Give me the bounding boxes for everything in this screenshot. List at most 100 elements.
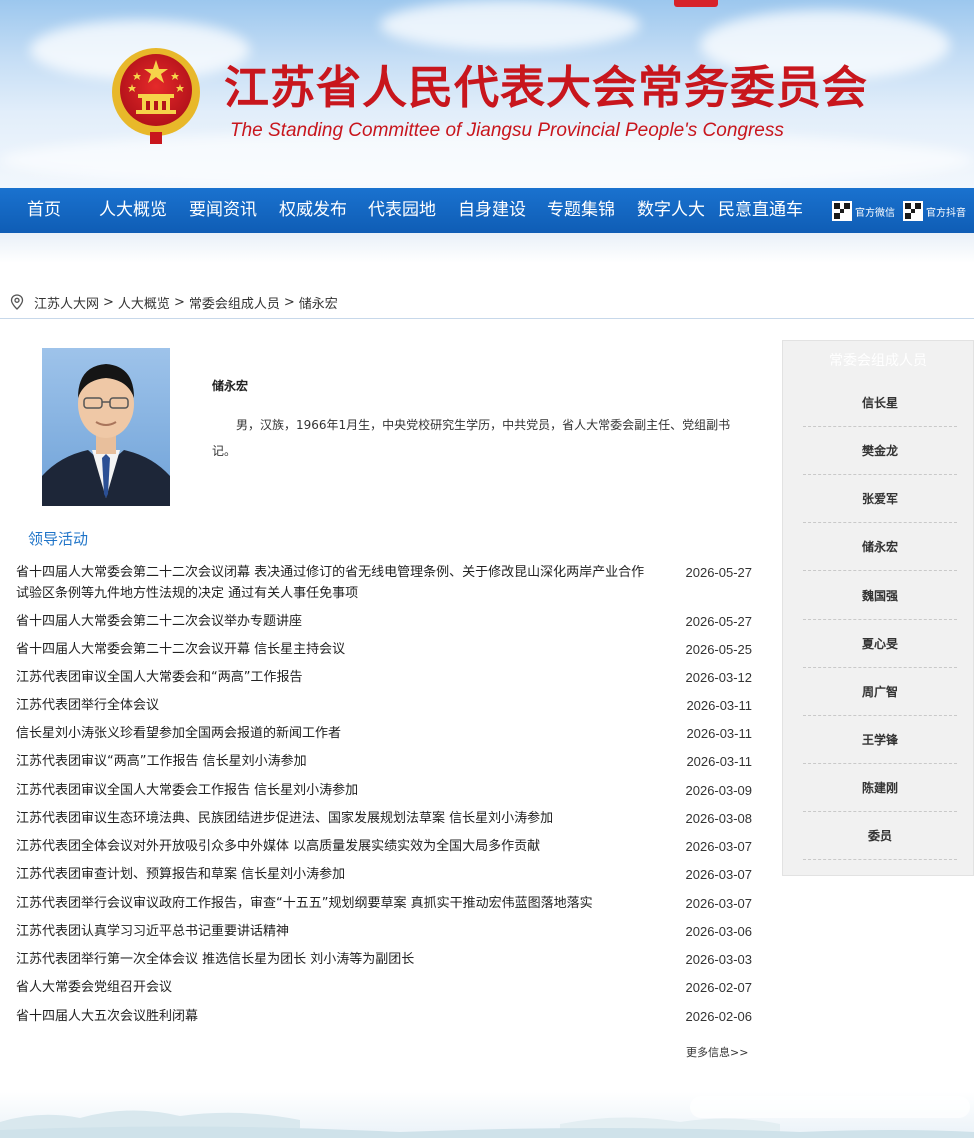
activity-date: 2026-03-03 bbox=[685, 952, 753, 967]
list-item: 省人大常委会党组召开会议 2026-02-07 bbox=[16, 977, 752, 998]
activity-date: 2026-03-11 bbox=[686, 698, 752, 713]
site-title-cn: 江苏省人民代表大会常务委员会 bbox=[224, 61, 869, 114]
list-item: 江苏代表团审议全国人大常委会工作报告 信长星刘小涛参加 2026-03-09 bbox=[16, 780, 752, 801]
activity-link[interactable]: 信长星刘小涛张义珍看望参加全国两会报道的新闻工作者 bbox=[16, 723, 656, 744]
activity-link[interactable]: 江苏代表团举行第一次全体会议 推选信长星为团长 刘小涛等为副团长 bbox=[16, 949, 656, 970]
activity-date: 2026-02-06 bbox=[685, 1009, 753, 1024]
activity-date: 2026-03-07 bbox=[685, 867, 753, 882]
activity-link[interactable]: 省十四届人大五次会议胜利闭幕 bbox=[16, 1006, 656, 1027]
activity-date: 2026-05-27 bbox=[685, 614, 753, 629]
location-pin-icon bbox=[10, 294, 24, 310]
nav-item-overview[interactable]: 人大概览 bbox=[99, 188, 167, 233]
list-item: 江苏代表团举行全体会议 2026-03-11 bbox=[16, 695, 752, 716]
nav-item-releases[interactable]: 权威发布 bbox=[279, 188, 347, 233]
site-title-en: The Standing Committee of Jiangsu Provin… bbox=[230, 120, 784, 141]
person-name: 储永宏 bbox=[212, 379, 249, 393]
activity-link[interactable]: 江苏代表团审议全国人大常委会工作报告 信长星刘小涛参加 bbox=[16, 780, 656, 801]
breadcrumb-divider bbox=[0, 318, 974, 319]
activity-link[interactable]: 省人大常委会党组召开会议 bbox=[16, 977, 656, 998]
footer-decoration bbox=[0, 1092, 974, 1138]
activity-date: 2026-03-08 bbox=[685, 811, 753, 826]
wechat-link[interactable]: 官方微信 bbox=[832, 200, 895, 222]
list-item: 江苏代表团全体会议对外开放吸引众多中外媒体 以高质量发展实绩实效为全国大局多作贡… bbox=[16, 836, 752, 857]
sidebar-item-member[interactable]: 夏心旻 bbox=[803, 620, 957, 668]
activity-date: 2026-03-11 bbox=[686, 754, 752, 769]
list-item: 省十四届人大常委会第二十二次会议举办专题讲座 2026-05-27 bbox=[16, 611, 752, 632]
list-item: 江苏代表团举行会议审议政府工作报告，审查“十五五”规划纲要草案 真抓实干推动宏伟… bbox=[16, 893, 752, 914]
cloud-decoration bbox=[380, 0, 640, 50]
activity-link[interactable]: 江苏代表团审查计划、预算报告和草案 信长星刘小涛参加 bbox=[16, 864, 656, 885]
nav-item-news[interactable]: 要闻资讯 bbox=[189, 188, 257, 233]
activity-link[interactable]: 江苏代表团认真学习习近平总书记重要讲话精神 bbox=[16, 921, 656, 942]
list-item: 江苏代表团审议生态环境法典、民族团结进步促进法、国家发展规划法草案 信长星刘小涛… bbox=[16, 808, 752, 829]
douyin-label: 官方抖音 bbox=[926, 207, 966, 219]
breadcrumb-current: 储永宏 bbox=[298, 296, 338, 312]
header-banner: 江苏省人民代表大会常务委员会 The Standing Committee of… bbox=[0, 0, 974, 188]
activity-date: 2026-03-09 bbox=[685, 783, 753, 798]
nav-item-digital[interactable]: 数字人大 bbox=[637, 188, 705, 233]
activity-link[interactable]: 江苏代表团举行会议审议政府工作报告，审查“十五五”规划纲要草案 真抓实干推动宏伟… bbox=[16, 893, 656, 914]
profile-photo bbox=[42, 348, 170, 506]
activity-date: 2026-03-07 bbox=[685, 839, 753, 854]
sidebar-item-member[interactable]: 周广智 bbox=[803, 668, 957, 716]
breadcrumb-members[interactable]: 常委会组成人员 bbox=[189, 293, 280, 312]
activity-date: 2026-03-11 bbox=[686, 726, 752, 741]
national-emblem-icon bbox=[112, 48, 200, 144]
activity-link[interactable]: 江苏代表团全体会议对外开放吸引众多中外媒体 以高质量发展实绩实效为全国大局多作贡… bbox=[16, 836, 656, 857]
list-item: 江苏代表团审议“两高”工作报告 信长星刘小涛参加 2026-03-11 bbox=[16, 751, 752, 772]
breadcrumb-separator: > bbox=[103, 294, 114, 310]
sidebar-item-member[interactable]: 信长星 bbox=[803, 379, 957, 427]
breadcrumb-home[interactable]: 江苏人大网 bbox=[34, 293, 99, 312]
list-item: 省十四届人大常委会第二十二次会议闭幕 表决通过修订的省无线电管理条例、关于修改昆… bbox=[16, 562, 752, 604]
qr-code-icon bbox=[832, 201, 852, 221]
activity-link[interactable]: 省十四届人大常委会第二十二次会议闭幕 表决通过修订的省无线电管理条例、关于修改昆… bbox=[16, 562, 656, 604]
top-tag[interactable] bbox=[674, 0, 718, 7]
activity-date: 2026-03-07 bbox=[685, 896, 753, 911]
activity-date: 2026-02-07 bbox=[685, 980, 753, 995]
sidebar-item-committee-members[interactable]: 委员 bbox=[803, 812, 957, 860]
activity-link[interactable]: 江苏代表团审议生态环境法典、民族团结进步促进法、国家发展规划法草案 信长星刘小涛… bbox=[16, 808, 656, 829]
nav-shadow bbox=[0, 233, 974, 263]
breadcrumb-separator: > bbox=[173, 294, 185, 310]
mountain-silhouette bbox=[0, 1096, 974, 1138]
nav-item-home[interactable]: 首页 bbox=[27, 188, 61, 233]
more-info-link[interactable]: 更多信息>> bbox=[686, 1044, 748, 1060]
members-sidebar: 常委会组成人员 信长星 樊金龙 张爱军 储永宏 魏国强 夏心旻 周广智 王学锋 … bbox=[782, 340, 974, 876]
sidebar-item-member[interactable]: 陈建刚 bbox=[803, 764, 957, 812]
list-item: 省十四届人大常委会第二十二次会议开幕 信长星主持会议 2026-05-25 bbox=[16, 639, 752, 660]
activity-link[interactable]: 省十四届人大常委会第二十二次会议举办专题讲座 bbox=[16, 611, 656, 632]
sidebar-item-member[interactable]: 张爱军 bbox=[803, 475, 957, 523]
activity-link[interactable]: 江苏代表团举行全体会议 bbox=[16, 695, 656, 716]
leader-activities-title: 领导活动 bbox=[28, 530, 89, 548]
nav-item-deputies[interactable]: 代表园地 bbox=[368, 188, 436, 233]
activity-date: 2026-03-06 bbox=[685, 924, 753, 939]
sidebar-item-member[interactable]: 储永宏 bbox=[803, 523, 957, 571]
sidebar-item-member[interactable]: 樊金龙 bbox=[803, 427, 957, 475]
list-item: 江苏代表团举行第一次全体会议 推选信长星为团长 刘小涛等为副团长 2026-03… bbox=[16, 949, 752, 970]
activity-date: 2026-03-12 bbox=[685, 670, 753, 685]
breadcrumb-overview[interactable]: 人大概览 bbox=[118, 293, 170, 312]
activity-link[interactable]: 江苏代表团审议全国人大常委会和“两高”工作报告 bbox=[16, 667, 656, 688]
sidebar-item-member[interactable]: 魏国强 bbox=[803, 572, 957, 620]
nav-item-self-building[interactable]: 自身建设 bbox=[458, 188, 526, 233]
wechat-label: 官方微信 bbox=[855, 207, 895, 219]
nav-item-public-opinion[interactable]: 民意直通车 bbox=[718, 188, 803, 233]
douyin-link[interactable]: 官方抖音 bbox=[903, 200, 966, 222]
list-item: 信长星刘小涛张义珍看望参加全国两会报道的新闻工作者 2026-03-11 bbox=[16, 723, 752, 744]
sidebar-item-member[interactable]: 王学锋 bbox=[803, 716, 957, 764]
nav-item-topics[interactable]: 专题集锦 bbox=[547, 188, 615, 233]
breadcrumb-separator: > bbox=[283, 294, 295, 310]
qr-code-icon bbox=[903, 201, 923, 221]
activity-link[interactable]: 省十四届人大常委会第二十二次会议开幕 信长星主持会议 bbox=[16, 639, 656, 660]
breadcrumb: 江苏人大网 > 人大概览 > 常委会组成人员 > 储永宏 bbox=[10, 290, 338, 314]
list-item: 江苏代表团审查计划、预算报告和草案 信长星刘小涛参加 2026-03-07 bbox=[16, 864, 752, 885]
list-item: 江苏代表团审议全国人大常委会和“两高”工作报告 2026-03-12 bbox=[16, 667, 752, 688]
list-item: 省十四届人大五次会议胜利闭幕 2026-02-06 bbox=[16, 1006, 752, 1027]
main-nav: 首页 人大概览 要闻资讯 权威发布 代表园地 自身建设 专题集锦 数字人大 民意… bbox=[0, 188, 974, 233]
activity-link[interactable]: 江苏代表团审议“两高”工作报告 信长星刘小涛参加 bbox=[16, 751, 656, 772]
portrait-image bbox=[42, 364, 170, 506]
activity-date: 2026-05-25 bbox=[685, 642, 753, 657]
sidebar-title: 常委会组成人员 bbox=[829, 353, 927, 369]
activity-date: 2026-05-27 bbox=[685, 565, 753, 580]
person-bio: 男，汉族，1966年1月生，中央党校研究生学历，中共党员，省人大常委会副主任、党… bbox=[212, 418, 731, 458]
